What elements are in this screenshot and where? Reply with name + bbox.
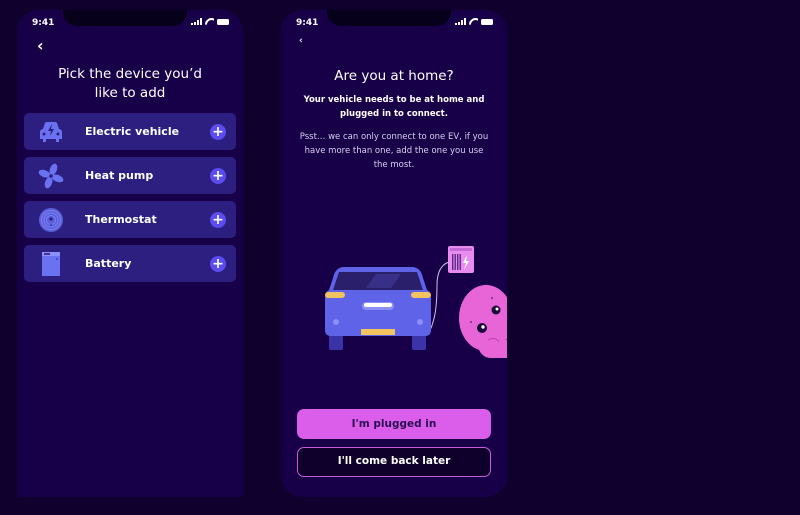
signal-icon (455, 18, 466, 25)
plus-icon[interactable]: + (210, 255, 226, 272)
notch (327, 10, 451, 26)
battery-icon (217, 18, 229, 25)
back-button[interactable]: ‹ (37, 36, 44, 55)
device-item-heat-pump[interactable]: Heat pump + (24, 157, 236, 194)
plus-icon[interactable]: + (210, 123, 226, 140)
status-time: 9:41 (32, 18, 55, 28)
thermostat-icon (38, 207, 64, 232)
notch (63, 10, 187, 26)
wifi-icon (205, 18, 214, 25)
ev-charging-illustration (325, 246, 507, 358)
device-label: Battery (85, 257, 132, 270)
plugged-in-button[interactable]: I'm plugged in (297, 409, 491, 439)
mascot-character (459, 285, 507, 358)
info-note: Psst… we can only connect to one EV, if … (299, 132, 489, 170)
back-button[interactable]: ‹ (299, 36, 303, 46)
car-illustration (325, 267, 431, 350)
device-label: Thermostat (85, 213, 157, 226)
pick-device-screen: 9:41 ‹ Pick the device you’d like to add… (17, 10, 243, 497)
wall-charger-icon (448, 246, 474, 273)
signal-icon (191, 18, 202, 25)
page-title: Are you at home? (334, 68, 454, 84)
fan-icon (38, 163, 64, 188)
battery-icon (481, 18, 493, 25)
device-item-battery[interactable]: Battery + (24, 245, 236, 282)
battery-unit-icon (38, 251, 64, 276)
page-title: Pick the device you’d like to add (58, 66, 202, 101)
device-label: Electric vehicle (85, 125, 180, 138)
come-back-later-button[interactable]: I'll come back later (297, 447, 491, 477)
status-time: 9:41 (296, 18, 319, 28)
device-item-thermostat[interactable]: Thermostat + (24, 201, 236, 238)
device-label: Heat pump (85, 169, 154, 182)
plus-icon[interactable]: + (210, 211, 226, 228)
status-icons (455, 18, 493, 25)
subtitle: Your vehicle needs to be at home and plu… (303, 95, 485, 119)
plus-icon[interactable]: + (210, 167, 226, 184)
electric-car-icon (38, 120, 64, 144)
status-icons (191, 18, 229, 25)
device-item-electric-vehicle[interactable]: Electric vehicle + (24, 113, 236, 150)
device-list: Electric vehicle + Heat pump + Thermosta… (24, 113, 236, 289)
wifi-icon (469, 18, 478, 25)
at-home-screen: 9:41 ‹ Are you at home? Your vehicle nee… (281, 10, 507, 497)
